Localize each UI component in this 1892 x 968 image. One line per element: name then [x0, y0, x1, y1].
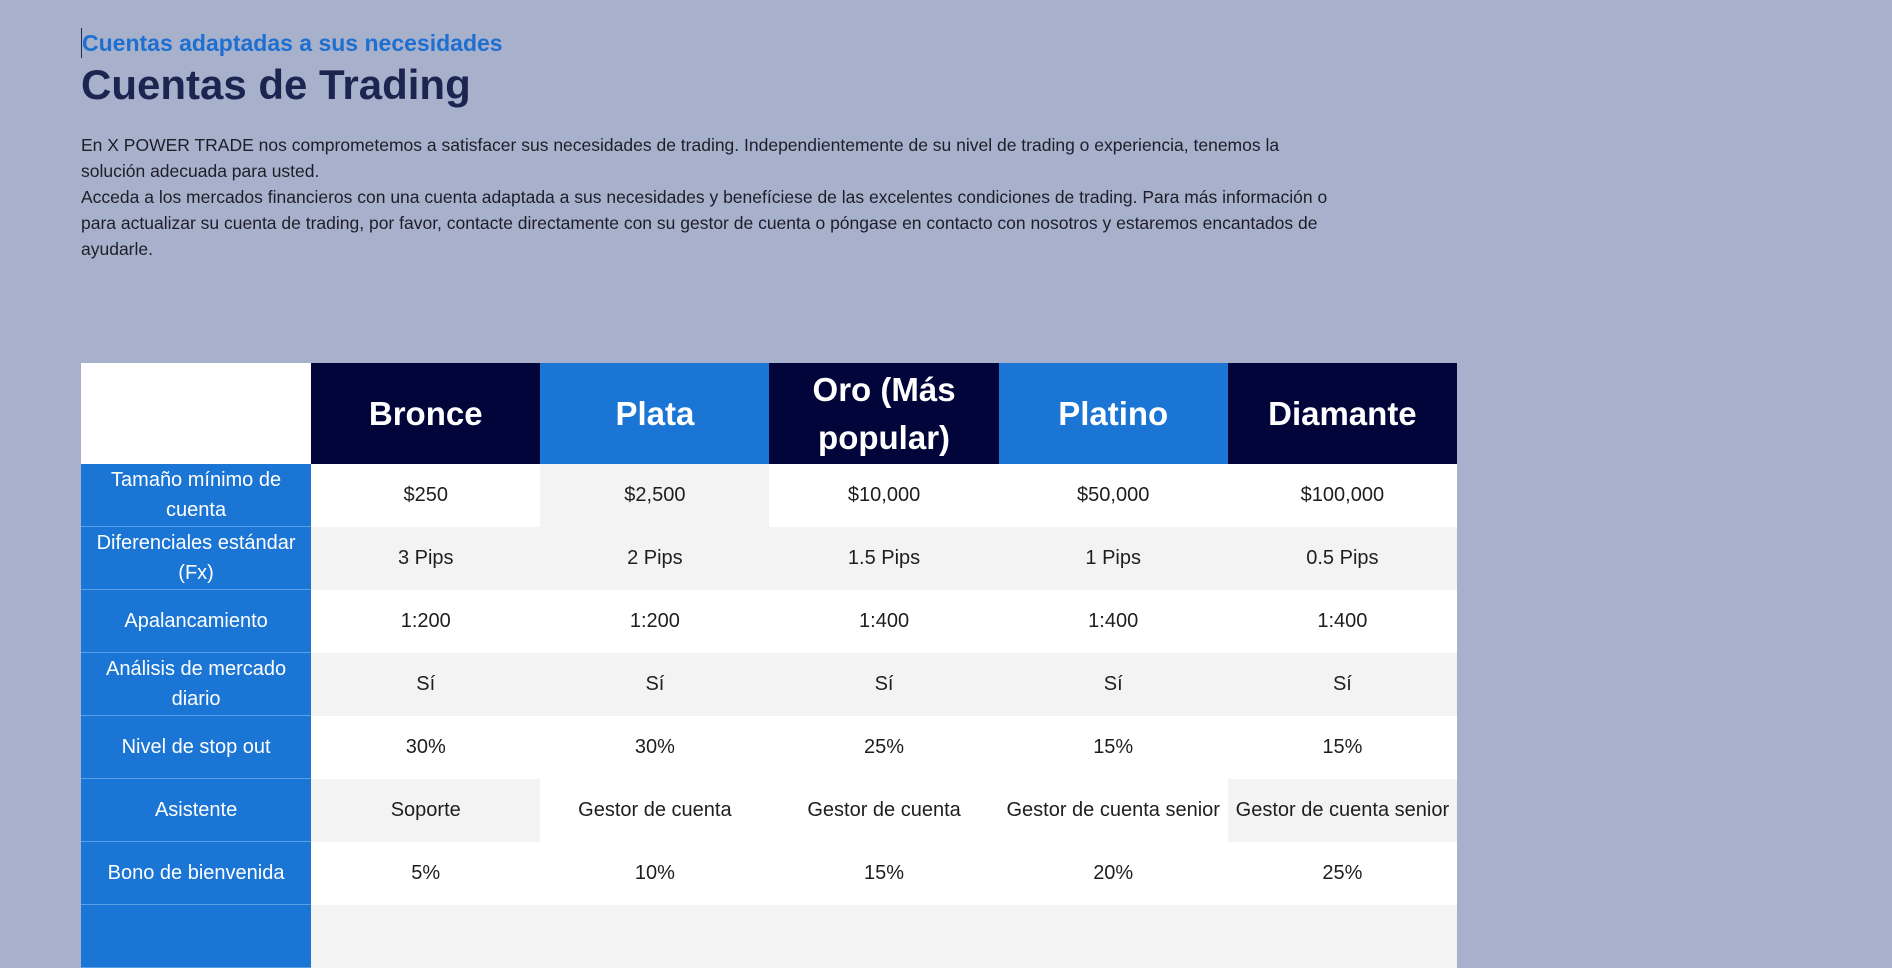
row-label: Análisis de mercado diario [81, 652, 312, 716]
table-cell: 1:400 [1227, 589, 1457, 653]
account-comparison-table: Bronce Plata Oro (Más popular) Platino D… [81, 363, 1457, 968]
table-row: Nivel de stop out 30% 30% 25% 15% 15% [81, 715, 1457, 779]
table-cell: Gestor de cuenta [540, 778, 770, 842]
table-cell: 1:400 [998, 589, 1228, 653]
section-subtitle: Cuentas adaptadas a sus necesidades [81, 28, 1461, 58]
table-header-row: Bronce Plata Oro (Más popular) Platino D… [81, 363, 1457, 464]
column-header-oro: Oro (Más popular) [769, 363, 999, 464]
table-cell: 0.5 Pips [1227, 526, 1457, 590]
table-cell: 10% [540, 841, 770, 905]
table-cell: 1:400 [769, 589, 999, 653]
table-cell: Sí [998, 652, 1228, 716]
table-cell: 1:200 [311, 589, 541, 653]
table-row: Análisis de mercado diario Sí Sí Sí Sí S… [81, 652, 1457, 716]
row-label: Bono de bienvenida [81, 841, 312, 905]
row-label: Asistente [81, 778, 312, 842]
table-cell: 20% [998, 841, 1228, 905]
table-cell: Soporte [311, 778, 541, 842]
row-label: Apalancamiento [81, 589, 312, 653]
row-label: Nivel de stop out [81, 715, 312, 779]
table-cell: Sí [311, 652, 541, 716]
table-cell: $2,500 [540, 464, 770, 527]
table-cell: Sí [540, 652, 770, 716]
intro-text: En X POWER TRADE nos comprometemos a sat… [81, 132, 1341, 262]
intro-section: Cuentas adaptadas a sus necesidades Cuen… [81, 28, 1461, 262]
table-cell: 1.5 Pips [769, 526, 999, 590]
table-cell [311, 904, 541, 968]
column-header-diamante: Diamante [1227, 363, 1457, 464]
table-cell [998, 904, 1228, 968]
table-cell: 1:200 [540, 589, 770, 653]
table-row: Apalancamiento 1:200 1:200 1:400 1:400 1… [81, 589, 1457, 653]
table-row: Bono de bienvenida 5% 10% 15% 20% 25% [81, 841, 1457, 905]
row-label: Diferenciales estándar (Fx) [81, 526, 312, 590]
column-header-bronce: Bronce [311, 363, 541, 464]
table-cell: $100,000 [1227, 464, 1457, 527]
table-corner-cell [81, 363, 312, 464]
table-cell: 3 Pips [311, 526, 541, 590]
table-cell: Gestor de cuenta senior [1227, 778, 1457, 842]
table-cell: Gestor de cuenta [769, 778, 999, 842]
table-cell: $250 [311, 464, 541, 527]
table-cell: 1 Pips [998, 526, 1228, 590]
table-cell [540, 904, 770, 968]
intro-paragraph-2: Acceda a los mercados financieros con un… [81, 187, 1328, 259]
table-cell: 15% [769, 841, 999, 905]
table-row: Asistente Soporte Gestor de cuenta Gesto… [81, 778, 1457, 842]
row-label: Tamaño mínimo de cuenta [81, 464, 312, 527]
table-row: Tamaño mínimo de cuenta $250 $2,500 $10,… [81, 464, 1457, 527]
table-cell: 25% [769, 715, 999, 779]
table-cell [1227, 904, 1457, 968]
intro-paragraph-1: En X POWER TRADE nos comprometemos a sat… [81, 135, 1280, 181]
table-cell: $50,000 [998, 464, 1228, 527]
row-label [81, 904, 312, 968]
table-cell: 15% [1227, 715, 1457, 779]
table-cell: Gestor de cuenta senior [998, 778, 1228, 842]
table-cell [769, 904, 999, 968]
table-row: Diferenciales estándar (Fx) 3 Pips 2 Pip… [81, 526, 1457, 590]
column-header-platino: Platino [998, 363, 1228, 464]
column-header-plata: Plata [540, 363, 770, 464]
table-cell: 5% [311, 841, 541, 905]
table-cell: 15% [998, 715, 1228, 779]
table-cell: 30% [311, 715, 541, 779]
table-cell: 2 Pips [540, 526, 770, 590]
table-cell: Sí [769, 652, 999, 716]
table-cell: $10,000 [769, 464, 999, 527]
table-cell: 30% [540, 715, 770, 779]
table-cell: 25% [1227, 841, 1457, 905]
page-title: Cuentas de Trading [81, 61, 471, 108]
table-row [81, 904, 1457, 968]
table-cell: Sí [1227, 652, 1457, 716]
